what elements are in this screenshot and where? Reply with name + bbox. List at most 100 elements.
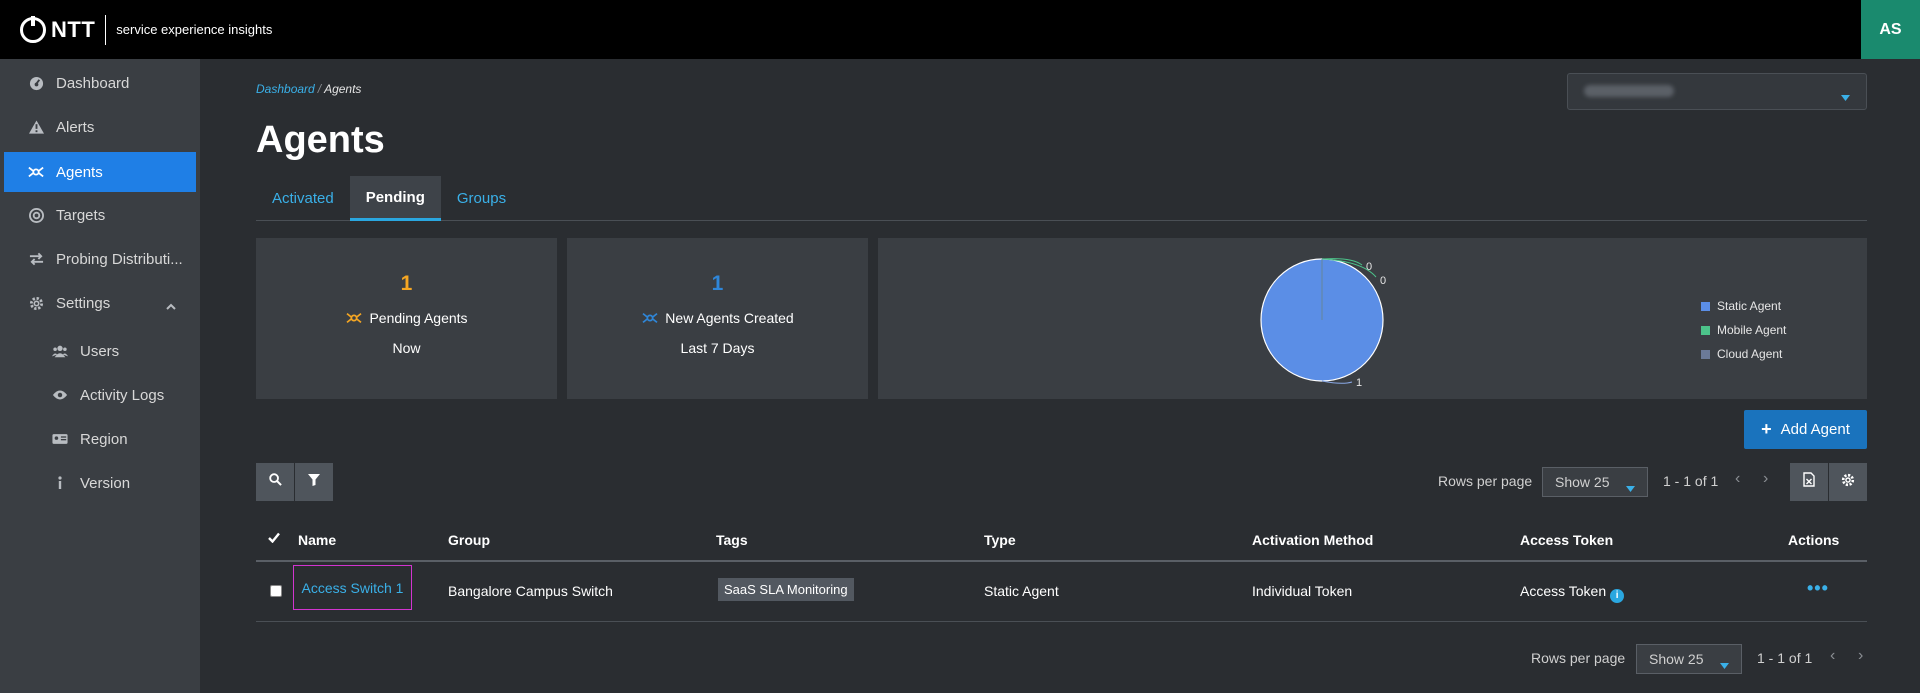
new-agents-card: 1 New Agents Created Last 7 Days	[567, 238, 868, 399]
column-header-tags[interactable]: Tags	[716, 532, 748, 548]
pending-agents-card: 1 Pending Agents Now	[256, 238, 557, 399]
sidebar-item-label: Alerts	[56, 118, 95, 136]
ntt-logo-icon	[20, 15, 46, 43]
legend-item-cloud-agent[interactable]: Cloud Agent	[1701, 342, 1786, 366]
sidebar-item-label: Dashboard	[56, 74, 130, 92]
pending-agents-label: Pending Agents	[256, 310, 557, 326]
agent-type: Static Agent	[984, 583, 1059, 599]
breadcrumb: Dashboard / Agents	[256, 82, 361, 96]
sidebar-item-region[interactable]: Region	[4, 419, 196, 459]
pending-agents-count: 1	[400, 272, 413, 295]
dashboard-icon	[28, 75, 44, 91]
column-header-name[interactable]: Name	[298, 532, 336, 548]
next-page-icon[interactable]: ›	[1858, 647, 1863, 665]
add-agent-button[interactable]: + Add Agent	[1744, 410, 1867, 449]
tab-bar: Activated Pending Groups	[256, 176, 1867, 221]
search-icon	[268, 473, 282, 491]
filter-button[interactable]	[295, 463, 333, 501]
search-button[interactable]	[256, 463, 294, 501]
excel-file-icon	[1803, 472, 1815, 492]
column-header-type[interactable]: Type	[984, 532, 1016, 548]
rows-per-page-select-bottom[interactable]: Show 25	[1636, 644, 1742, 674]
info-icon	[52, 475, 68, 491]
gear-icon	[1841, 473, 1855, 492]
target-icon	[28, 207, 44, 223]
row-checkbox[interactable]	[270, 585, 282, 597]
tab-pending[interactable]: Pending	[349, 176, 441, 221]
previous-page-icon[interactable]: ‹	[1830, 647, 1835, 665]
agents-icon	[28, 164, 44, 180]
page-range: 1 - 1 of 1	[1663, 473, 1719, 489]
sidebar-item-settings[interactable]: Settings	[4, 283, 196, 323]
main-content: Dashboard / Agents Agents Activated Pendin…	[200, 59, 1920, 693]
rows-per-page-label: Rows per page	[1438, 473, 1533, 489]
legend-swatch	[1701, 301, 1710, 311]
pie-data-label: 1	[1356, 377, 1362, 389]
more-actions-icon[interactable]: •••	[1807, 578, 1829, 599]
brand-separator	[105, 14, 107, 45]
breadcrumb-current: Agents	[324, 82, 362, 96]
new-agents-period: Last 7 Days	[680, 340, 755, 356]
agents-icon	[345, 311, 363, 325]
sidebar-item-targets[interactable]: Targets	[4, 195, 196, 235]
plus-icon: +	[1761, 419, 1772, 439]
sidebar-item-label: Settings	[56, 294, 111, 312]
sidebar-item-label: Targets	[56, 206, 106, 224]
legend-swatch	[1701, 349, 1710, 359]
rows-per-page-select[interactable]: Show 25	[1542, 467, 1648, 497]
breadcrumb-separator: /	[317, 82, 322, 96]
sidebar-item-label: Activity Logs	[80, 386, 165, 404]
rows-per-page-label-bottom: Rows per page	[1531, 650, 1626, 666]
legend-label: Mobile Agent	[1717, 323, 1787, 337]
sidebar-item-agents[interactable]: Agents	[4, 152, 196, 192]
access-token-text: Access Token	[1520, 583, 1607, 599]
page-range-bottom: 1 - 1 of 1	[1757, 650, 1813, 666]
agent-tag: SaaS SLA Monitoring	[718, 578, 854, 601]
caret-down-icon	[1720, 656, 1729, 672]
sidebar-item-dashboard[interactable]: Dashboard	[4, 63, 196, 103]
arrows-icon	[28, 251, 44, 267]
export-excel-button[interactable]	[1790, 463, 1828, 501]
column-header-access-token[interactable]: Access Token	[1520, 532, 1613, 548]
column-header-actions: Actions	[1788, 532, 1840, 548]
column-header-group[interactable]: Group	[448, 532, 490, 548]
tab-groups[interactable]: Groups	[441, 176, 522, 221]
rows-per-page-value: Show 25	[1555, 474, 1610, 490]
access-token-cell: Access Token i	[1520, 583, 1625, 603]
table-header: Name Group Tags Type Activation Method A…	[256, 518, 1867, 562]
agent-name-link[interactable]: Access Switch 1	[293, 565, 412, 610]
info-icon[interactable]: i	[1610, 588, 1625, 603]
new-agents-count: 1	[711, 272, 724, 295]
column-header-activation-method[interactable]: Activation Method	[1252, 532, 1373, 548]
brand-subtitle: service experience insights	[116, 22, 273, 37]
legend-item-mobile-agent[interactable]: Mobile Agent	[1701, 318, 1786, 342]
chart-legend: Static Agent Mobile Agent Cloud Agent	[1701, 294, 1786, 366]
sidebar-item-label: Version	[80, 474, 131, 492]
rows-per-page-value: Show 25	[1649, 651, 1704, 667]
pie-leader-line	[1321, 380, 1353, 384]
sidebar-item-probing-distribution[interactable]: Probing Distributi...	[4, 239, 196, 279]
gear-icon	[28, 295, 44, 311]
breadcrumb-dashboard-link[interactable]: Dashboard	[256, 82, 315, 96]
sidebar-item-version[interactable]: Version	[4, 463, 196, 503]
sidebar-item-alerts[interactable]: Alerts	[4, 107, 196, 147]
user-avatar[interactable]: AS	[1861, 0, 1920, 59]
sidebar-item-label: Probing Distributi...	[56, 250, 183, 268]
users-icon	[52, 343, 68, 359]
new-agents-label: New Agents Created	[567, 310, 868, 326]
pie-data-label: 0	[1380, 275, 1386, 287]
page-title: Agents	[256, 119, 385, 161]
brand[interactable]: NTT service experience insights	[20, 14, 273, 45]
sidebar-item-users[interactable]: Users	[4, 331, 196, 371]
sidebar-item-activity-logs[interactable]: Activity Logs	[4, 375, 196, 415]
next-page-icon[interactable]: ›	[1763, 470, 1768, 488]
chevron-up-icon[interactable]	[166, 297, 176, 314]
select-all-checkmark-icon[interactable]	[268, 530, 280, 546]
organization-select[interactable]	[1567, 73, 1867, 110]
table-settings-button[interactable]	[1829, 463, 1867, 501]
agent-group: Bangalore Campus Switch	[448, 583, 613, 599]
legend-item-static-agent[interactable]: Static Agent	[1701, 294, 1786, 318]
legend-label: Cloud Agent	[1717, 347, 1783, 361]
previous-page-icon[interactable]: ‹	[1735, 470, 1740, 488]
tab-activated[interactable]: Activated	[256, 176, 350, 221]
